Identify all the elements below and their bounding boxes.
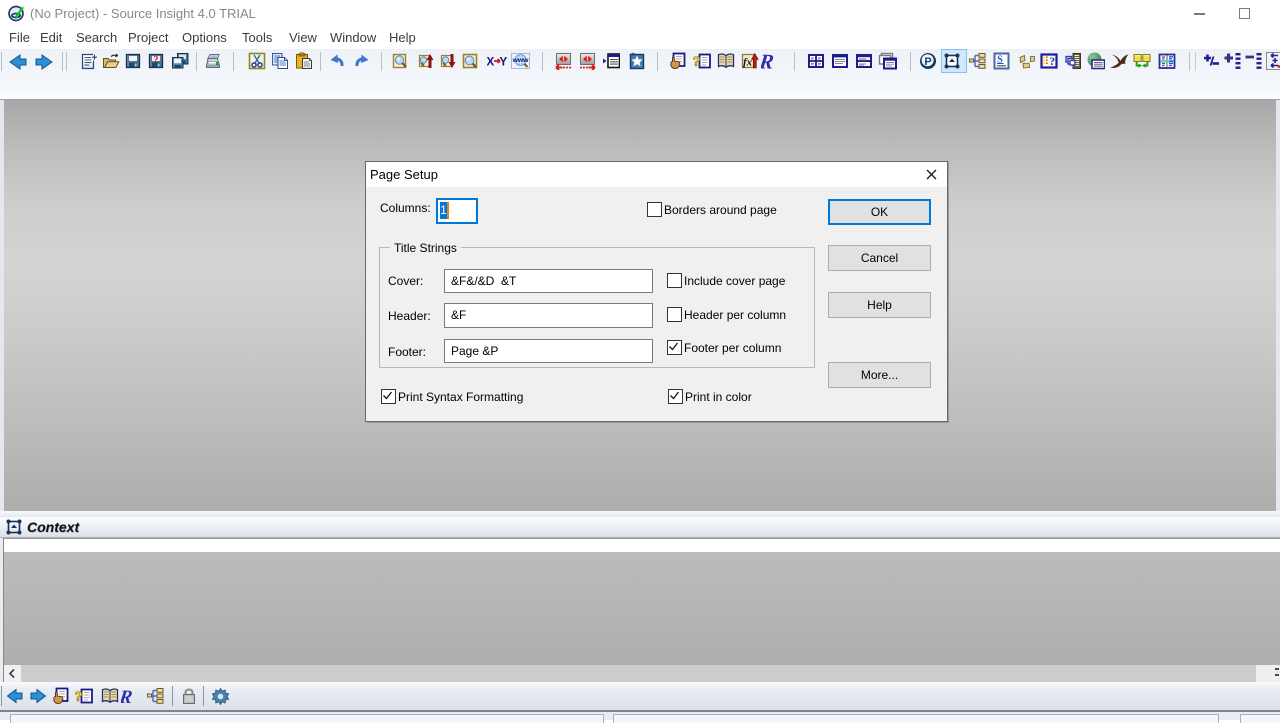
svg-text:R: R bbox=[761, 52, 775, 71]
svg-text:?: ? bbox=[154, 55, 159, 66]
svg-text:?: ? bbox=[1049, 56, 1055, 68]
svg-text:fx: fx bbox=[743, 57, 753, 69]
svg-text:www: www bbox=[512, 57, 530, 64]
svg-text:P: P bbox=[924, 56, 931, 68]
svg-text:R: R bbox=[121, 687, 134, 706]
svg-text:?: ? bbox=[75, 688, 83, 704]
svg-text:Y: Y bbox=[500, 57, 508, 69]
svg-text:X: X bbox=[487, 57, 495, 69]
svg-text:?: ? bbox=[693, 53, 701, 69]
